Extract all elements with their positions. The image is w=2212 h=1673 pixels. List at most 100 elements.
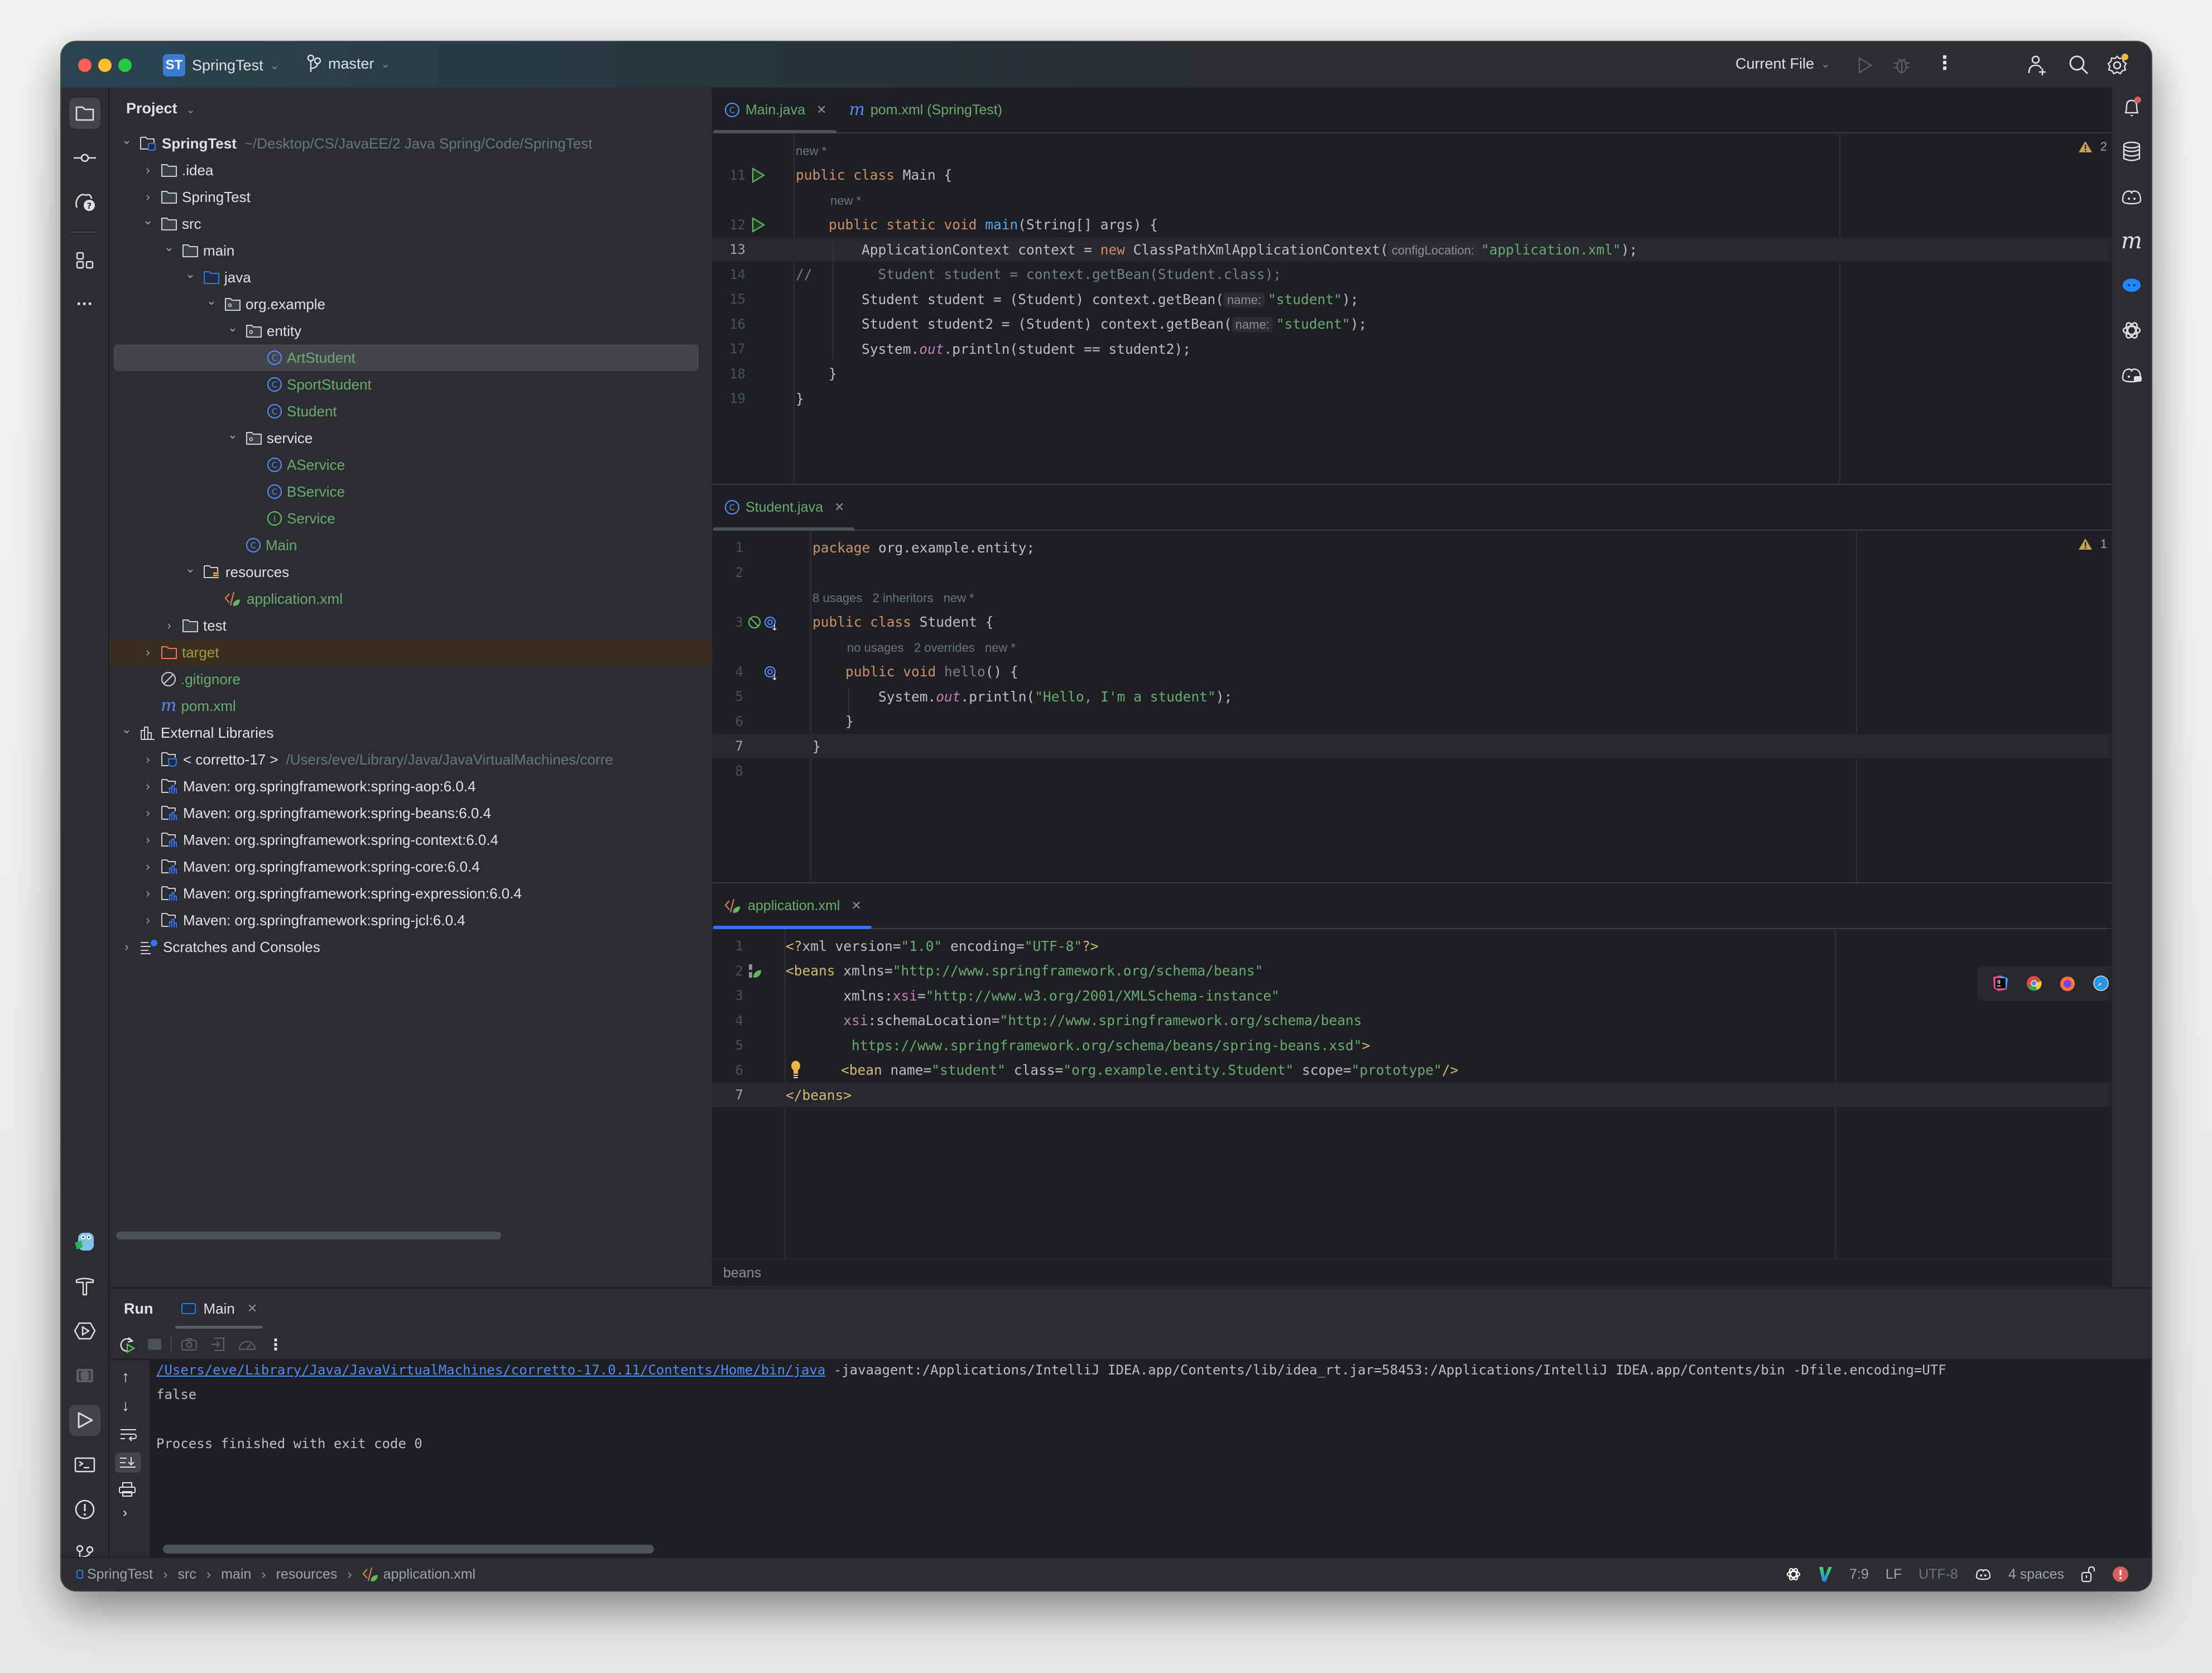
code-vision-label[interactable]: new * [796,144,826,158]
tree-item[interactable]: › test [109,612,712,639]
tree-item[interactable]: C SportStudent [109,371,712,398]
vim-plugin-icon[interactable] [1818,1566,1833,1583]
scroll-down-arrow-icon[interactable]: ↓ [122,1397,129,1415]
editor-tab[interactable]: m pom.xml (SpringTest) [836,88,1012,132]
overridden-gutter-icon[interactable] [763,664,779,681]
firefox-icon[interactable] [2059,975,2076,992]
chevron-down-icon[interactable]: ⌄ [225,427,240,442]
minimize-window-button[interactable] [98,59,112,72]
run-tool-button[interactable] [69,1405,100,1436]
chevron-down-icon[interactable]: ⌄ [141,213,155,228]
code-vision-label[interactable]: new * [796,194,861,208]
commit-tool-button[interactable] [69,142,100,174]
code-vision-label[interactable]: 8 usages 2 inheritors new * [812,591,974,605]
editor-tab[interactable]: C Main.java ✕ [712,88,837,133]
tree-item[interactable]: ⌄ entity [109,318,712,344]
console-horizontal-scrollbar[interactable] [163,1545,654,1554]
add-user-icon[interactable] [2026,54,2048,76]
tree-item[interactable]: › Maven: org.springframework:spring-jcl:6… [109,907,712,934]
chat-tool-button[interactable] [2119,273,2144,299]
stop-button[interactable] [147,1338,162,1350]
soft-wrap-icon[interactable] [119,1428,137,1441]
editor-tab[interactable]: C Student.java ✕ [712,485,855,531]
breadcrumb-item[interactable]: resources [276,1566,338,1583]
profiler-button[interactable] [238,1337,257,1352]
tree-item[interactable]: › < corretto-17 > /Users/eve/Library/Java/… [109,746,712,773]
safari-icon[interactable] [2093,975,2109,991]
java-executable-link[interactable]: /Users/eve/Library/Java/JavaVirtualMachi… [156,1362,825,1378]
tree-item[interactable]: › Maven: org.springframework:spring-conte… [109,826,712,853]
spring-bean-gutter-icon[interactable] [748,963,762,979]
chevron-right-icon[interactable]: › [141,190,155,204]
tree-item[interactable]: › Maven: org.springframework:spring-core:… [109,853,712,880]
chevron-right-icon[interactable]: › [141,833,155,847]
copilot-chat-tool-button[interactable] [2119,362,2144,388]
tree-item[interactable]: C ArtStudent [114,344,699,371]
tree-item[interactable]: m pom.xml [109,693,712,719]
scroll-up-arrow-icon[interactable]: ↑ [122,1368,129,1386]
chevron-right-icon[interactable]: › [141,163,155,177]
breadcrumb-item[interactable]: application.xml [383,1566,475,1583]
tree-item[interactable]: ⌄ src [109,210,712,237]
ai-assistant-help-button[interactable]: ? [69,186,100,217]
chevron-down-icon[interactable]: ⌄ [119,133,134,147]
openai-tool-button[interactable] [2119,318,2144,343]
tree-item[interactable]: C AService [109,451,712,478]
tree-item[interactable]: I Service [109,505,712,532]
horizontal-scrollbar[interactable] [116,1232,501,1239]
breadcrumb-item[interactable]: SpringTest [87,1566,153,1583]
zoom-window-button[interactable] [118,59,132,72]
project-tool-button[interactable] [69,98,100,129]
more-actions-button[interactable]: ⋮ [1935,52,1954,74]
unlock-icon[interactable] [2081,1566,2095,1583]
close-tab-icon[interactable]: ✕ [834,500,844,515]
close-tab-icon[interactable]: ✕ [851,898,861,913]
chevron-right-icon[interactable]: › [162,618,176,633]
structure-tool-button[interactable] [69,245,100,276]
chevron-down-icon[interactable]: ⌄ [162,240,176,254]
line-separator[interactable]: LF [1886,1566,1902,1583]
tree-item[interactable]: › Maven: org.springframework:spring-aop:6… [109,773,712,800]
code-editor-main[interactable]: new * 11 public class Main {new * 12 public… [712,133,2151,484]
code-vision-label[interactable]: no usages 2 overrides new * [812,641,1016,655]
notifications-button[interactable] [2119,94,2144,120]
tree-item[interactable]: ⌄ java [109,264,712,291]
implemented-gutter-icon[interactable] [748,614,779,631]
more-tool-windows-button[interactable]: ··· [69,289,100,320]
more-options-button[interactable]: ⋮ [268,1335,283,1354]
chevron-down-icon[interactable]: ⌄ [204,294,219,308]
tree-item[interactable]: C BService [109,478,712,505]
screenshot-button[interactable] [181,1338,198,1351]
settings-gear-icon[interactable] [2106,53,2129,76]
chevron-down-icon[interactable]: ⌄ [183,561,198,576]
tree-item[interactable]: .gitignore [109,666,712,693]
print-icon[interactable] [118,1482,136,1497]
error-indicator-icon[interactable] [2112,1566,2129,1583]
chrome-icon[interactable] [2026,975,2042,991]
run-button[interactable] [1857,56,1873,74]
chevron-right-icon[interactable]: › [141,645,155,660]
chevron-right-icon[interactable]: › [141,886,155,901]
run-config-selector[interactable]: Current File ⌄ [1735,55,1830,73]
debug-button[interactable] [1893,55,1911,74]
tree-item[interactable]: ⌄ main [109,237,712,264]
tree-item[interactable]: › Maven: org.springframework:spring-beans… [109,800,712,826]
tree-item[interactable]: ⌄ service [109,425,712,451]
chevron-down-icon[interactable]: ⌄ [119,722,134,737]
close-icon[interactable]: ✕ [247,1301,257,1316]
chevron-right-icon[interactable]: › [141,779,155,794]
tree-item[interactable]: › Scratches and Consoles [109,934,712,960]
search-icon[interactable] [2068,54,2089,75]
build-tool-button[interactable] [69,1271,100,1302]
tree-item[interactable]: application.xml [109,585,712,612]
services-tool-button[interactable] [69,1315,100,1347]
caret-position[interactable]: 7:9 [1849,1566,1869,1583]
tree-item[interactable]: ⌄ External Libraries [109,719,712,746]
chevron-right-icon[interactable]: › [141,752,155,767]
chevron-down-icon[interactable]: ⌄ [183,267,198,281]
chevron-right-icon[interactable]: › [119,940,134,954]
tree-item[interactable]: › target [109,639,712,666]
chevron-right-icon[interactable]: › [141,859,155,874]
tree-item[interactable]: › Maven: org.springframework:spring-expre… [109,880,712,907]
run-gutter-icon[interactable] [751,167,766,183]
